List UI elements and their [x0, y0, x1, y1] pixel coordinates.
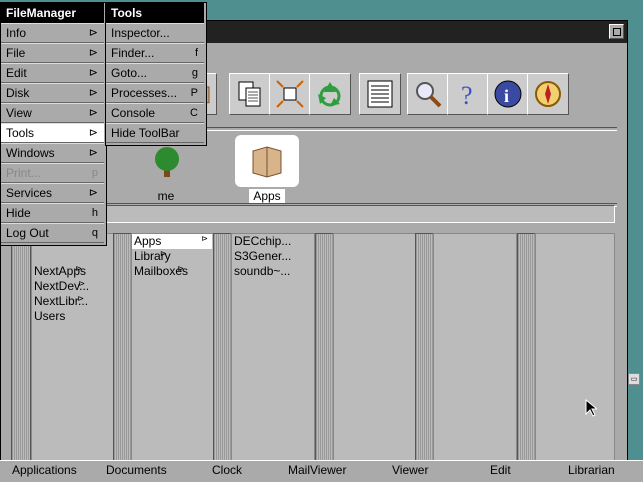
list-item[interactable]: NextApps ⊳ — [34, 264, 86, 279]
recycle-icon — [318, 82, 341, 107]
magnifier-icon — [416, 82, 442, 108]
menu-item-processes[interactable]: Processes... P — [106, 83, 204, 103]
miniwindow-icon[interactable]: ▭ — [628, 373, 640, 385]
dock-item-applications[interactable]: Applications — [12, 463, 77, 477]
menu-item-goto[interactable]: Goto... g — [106, 63, 204, 83]
menu-item-disk[interactable]: Disk ⊳ — [1, 83, 104, 103]
svg-text:i: i — [504, 86, 509, 106]
menu-item-tools[interactable]: Tools ⊳ — [1, 123, 104, 143]
dock-item-mailviewer[interactable]: MailViewer — [288, 463, 346, 477]
menu-item-print: Print... p — [1, 163, 104, 183]
copy-icon — [238, 81, 261, 107]
toolbar-list-view-button[interactable] — [359, 73, 401, 115]
column-scroller[interactable] — [315, 233, 335, 475]
menu-item-hide-toolbar[interactable]: Hide ToolBar — [106, 123, 204, 143]
toolbar-compass-button[interactable] — [527, 73, 569, 115]
column-scroller[interactable] — [11, 233, 31, 475]
list-item[interactable]: Mailboxes ⊳ — [134, 264, 188, 279]
apps-icon-label: Apps — [249, 189, 285, 203]
submenu-title[interactable]: Tools — [106, 3, 204, 23]
browser-column-1: NextApps ⊳ NextDev... ⊳ NextLibr... ⊳ Users — [31, 233, 115, 475]
menu-item-services[interactable]: Services ⊳ — [1, 183, 104, 203]
menu-item-console[interactable]: Console C — [106, 103, 204, 123]
toolbar-find-button[interactable] — [407, 73, 449, 115]
browser-column-6 — [535, 233, 615, 475]
menu-item-hide[interactable]: Hide h — [1, 203, 104, 223]
toolbar-move-button[interactable] — [269, 73, 311, 115]
toolbar-info-button[interactable]: i — [487, 73, 529, 115]
menu-item-inspector[interactable]: Inspector... — [106, 23, 204, 43]
menu-item-edit[interactable]: Edit ⊳ — [1, 63, 104, 83]
menu-item-info[interactable]: Info ⊳ — [1, 23, 104, 43]
list-item-selected[interactable]: Apps ⊳ — [132, 234, 212, 249]
column-scroller[interactable] — [213, 233, 233, 475]
column-scroller[interactable] — [113, 233, 133, 475]
dock-item-clock[interactable]: Clock — [212, 463, 242, 477]
menu-title[interactable]: FileManager — [1, 3, 104, 23]
app-main-menu: FileManager Info ⊳ File ⊳ Edit ⊳ Disk ⊳ View… — [0, 2, 107, 246]
toolbar-copy-button[interactable] — [229, 73, 271, 115]
list-item[interactable]: Library ⊳ — [134, 249, 171, 264]
browser-column-3: DECchip... S3Gener... soundb~... — [231, 233, 315, 475]
home-icon-label: me — [157, 189, 175, 203]
folder-icon — [252, 146, 282, 178]
column-scroller[interactable] — [517, 233, 537, 475]
list-item[interactable]: Users — [34, 309, 65, 324]
menu-item-file[interactable]: File ⊳ — [1, 43, 104, 63]
column-scroller[interactable] — [415, 233, 435, 475]
browser-column-4 — [333, 233, 417, 475]
list-item[interactable]: DECchip... — [234, 234, 291, 249]
list-item[interactable]: NextLibr... ⊳ — [34, 294, 88, 309]
toolbar-help-button[interactable]: ? — [447, 73, 489, 115]
bottom-dock: Applications Documents Clock MailViewer … — [0, 460, 643, 482]
move-arrows-icon — [276, 80, 304, 108]
compass-icon — [535, 81, 561, 107]
browser-column-2: Apps ⊳ Library ⊳ Mailboxes ⊳ — [131, 233, 215, 475]
list-item[interactable]: soundb~... — [234, 264, 290, 279]
list-view-icon — [367, 80, 393, 108]
question-mark-icon: ? — [461, 81, 473, 110]
svg-text:?: ? — [461, 81, 473, 110]
tools-submenu: Tools Inspector... Finder... f Goto... g P… — [105, 2, 207, 146]
dock-item-viewer[interactable]: Viewer — [392, 463, 428, 477]
menu-item-log-out[interactable]: Log Out q — [1, 223, 104, 243]
browser-column-5 — [433, 233, 517, 475]
menu-item-finder[interactable]: Finder... f — [106, 43, 204, 63]
menu-item-view[interactable]: View ⊳ — [1, 103, 104, 123]
mouse-cursor-icon — [585, 399, 597, 417]
dock-item-librarian[interactable]: Librarian — [568, 463, 615, 477]
list-item[interactable]: NextDev... ⊳ — [34, 279, 89, 294]
file-browser: NextApps ⊳ NextDev... ⊳ NextLibr... ⊳ Users… — [3, 231, 615, 475]
dock-item-documents[interactable]: Documents — [106, 463, 167, 477]
miniaturize-button[interactable] — [609, 24, 624, 39]
home-tree-icon — [155, 147, 179, 177]
toolbar-recycle-button[interactable] — [309, 73, 351, 115]
apps-folder-icon-well[interactable] — [235, 135, 299, 187]
list-item[interactable]: S3Gener... — [234, 249, 291, 264]
dock-item-edit[interactable]: Edit — [490, 463, 511, 477]
info-icon: i — [494, 80, 522, 108]
menu-item-windows[interactable]: Windows ⊳ — [1, 143, 104, 163]
